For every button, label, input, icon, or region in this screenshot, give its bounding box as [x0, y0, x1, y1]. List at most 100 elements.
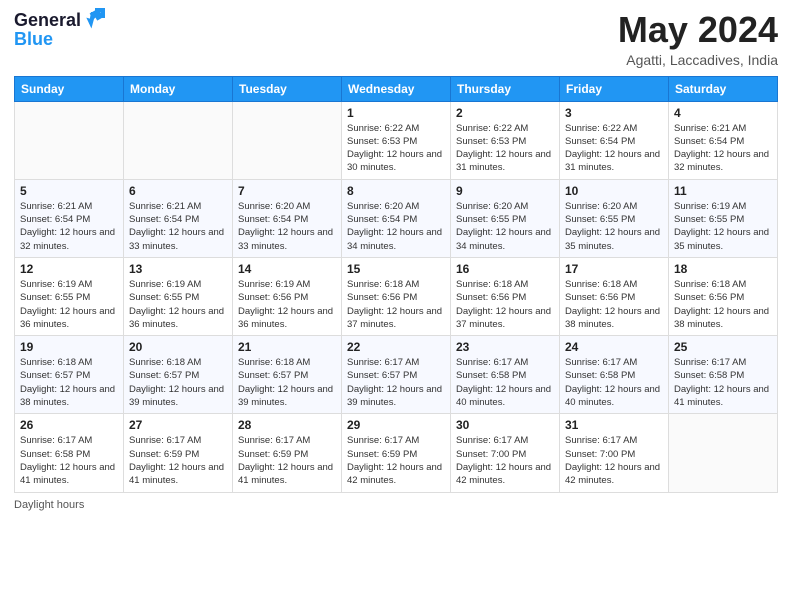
cell-details: Sunrise: 6:20 AMSunset: 6:55 PMDaylight:… [565, 200, 663, 253]
calendar-cell [669, 414, 778, 492]
month-title: May 2024 [618, 10, 778, 50]
calendar-cell: 9 Sunrise: 6:20 AMSunset: 6:55 PMDaylight… [451, 179, 560, 257]
calendar-cell: 29 Sunrise: 6:17 AMSunset: 6:59 PMDayligh… [342, 414, 451, 492]
cell-details: Sunrise: 6:17 AMSunset: 6:58 PMDaylight:… [674, 356, 772, 409]
cell-details: Sunrise: 6:17 AMSunset: 7:00 PMDaylight:… [456, 434, 554, 487]
cell-details: Sunrise: 6:17 AMSunset: 6:58 PMDaylight:… [456, 356, 554, 409]
calendar-cell: 14Sunrise: 6:19 AMSunset: 6:56 PMDayligh… [233, 257, 342, 335]
day-number: 24 [565, 340, 663, 354]
day-number: 29 [347, 418, 445, 432]
day-number: 1 [347, 106, 445, 120]
cell-details: Sunrise: 6:18 AMSunset: 6:57 PMDaylight:… [238, 356, 336, 409]
logo-arrow-icon [83, 8, 105, 30]
cell-details: Sunrise: 6:17 AMSunset: 6:59 PMDaylight:… [238, 434, 336, 487]
calendar-cell: 4 Sunrise: 6:21 AMSunset: 6:54 PMDaylight… [669, 101, 778, 179]
day-number: 13 [129, 262, 227, 276]
day-number: 12 [20, 262, 118, 276]
day-number: 22 [347, 340, 445, 354]
cell-details: Sunrise: 6:17 AMSunset: 6:57 PMDaylight:… [347, 356, 445, 409]
cell-details: Sunrise: 6:22 AMSunset: 6:53 PMDaylight:… [456, 122, 554, 175]
calendar-cell: 24Sunrise: 6:17 AMSunset: 6:58 PMDayligh… [560, 336, 669, 414]
calendar-cell [15, 101, 124, 179]
calendar-cell: 25 Sunrise: 6:17 AMSunset: 6:58 PMDayligh… [669, 336, 778, 414]
cell-details: Sunrise: 6:18 AMSunset: 6:56 PMDaylight:… [674, 278, 772, 331]
col-header-sunday: Sunday [15, 76, 124, 101]
cell-details: Sunrise: 6:18 AMSunset: 6:56 PMDaylight:… [565, 278, 663, 331]
calendar-cell: 5Sunrise: 6:21 AMSunset: 6:54 PMDaylight… [15, 179, 124, 257]
calendar-cell: 2 Sunrise: 6:22 AMSunset: 6:53 PMDaylight… [451, 101, 560, 179]
day-number: 9 [456, 184, 554, 198]
calendar-cell: 16Sunrise: 6:18 AMSunset: 6:56 PMDayligh… [451, 257, 560, 335]
calendar-cell: 11 Sunrise: 6:19 AMSunset: 6:55 PMDayligh… [669, 179, 778, 257]
calendar-cell: 13 Sunrise: 6:19 AMSunset: 6:55 PMDayligh… [124, 257, 233, 335]
cell-details: Sunrise: 6:22 AMSunset: 6:53 PMDaylight:… [347, 122, 445, 175]
calendar-week-2: 5Sunrise: 6:21 AMSunset: 6:54 PMDaylight… [15, 179, 778, 257]
cell-details: Sunrise: 6:19 AMSunset: 6:55 PMDaylight:… [20, 278, 118, 331]
footer-note: Daylight hours [14, 499, 778, 511]
cell-details: Sunrise: 6:20 AMSunset: 6:54 PMDaylight:… [238, 200, 336, 253]
cell-details: Sunrise: 6:17 AMSunset: 6:59 PMDaylight:… [129, 434, 227, 487]
calendar-week-4: 19 Sunrise: 6:18 AMSunset: 6:57 PMDayligh… [15, 336, 778, 414]
day-number: 20 [129, 340, 227, 354]
day-number: 28 [238, 418, 336, 432]
day-number: 2 [456, 106, 554, 120]
day-number: 30 [456, 418, 554, 432]
day-number: 4 [674, 106, 772, 120]
calendar-cell: 27Sunrise: 6:17 AMSunset: 6:59 PMDayligh… [124, 414, 233, 492]
calendar-cell: 21 Sunrise: 6:18 AMSunset: 6:57 PMDayligh… [233, 336, 342, 414]
cell-details: Sunrise: 6:17 AMSunset: 6:59 PMDaylight:… [347, 434, 445, 487]
day-number: 23 [456, 340, 554, 354]
calendar-week-1: 1 Sunrise: 6:22 AMSunset: 6:53 PMDaylight… [15, 101, 778, 179]
calendar-cell [124, 101, 233, 179]
day-number: 15 [347, 262, 445, 276]
calendar-cell: 30 Sunrise: 6:17 AMSunset: 7:00 PMDayligh… [451, 414, 560, 492]
calendar-cell [233, 101, 342, 179]
col-header-saturday: Saturday [669, 76, 778, 101]
cell-details: Sunrise: 6:20 AMSunset: 6:55 PMDaylight:… [456, 200, 554, 253]
day-number: 25 [674, 340, 772, 354]
calendar-cell: 7 Sunrise: 6:20 AMSunset: 6:54 PMDaylight… [233, 179, 342, 257]
cell-details: Sunrise: 6:19 AMSunset: 6:55 PMDaylight:… [674, 200, 772, 253]
calendar-cell: 23 Sunrise: 6:17 AMSunset: 6:58 PMDayligh… [451, 336, 560, 414]
cell-details: Sunrise: 6:17 AMSunset: 7:00 PMDaylight:… [565, 434, 663, 487]
location: Agatti, Laccadives, India [618, 52, 778, 68]
col-header-monday: Monday [124, 76, 233, 101]
calendar-cell: 15Sunrise: 6:18 AMSunset: 6:56 PMDayligh… [342, 257, 451, 335]
calendar-cell: 28 Sunrise: 6:17 AMSunset: 6:59 PMDayligh… [233, 414, 342, 492]
calendar-cell: 12 Sunrise: 6:19 AMSunset: 6:55 PMDayligh… [15, 257, 124, 335]
day-number: 17 [565, 262, 663, 276]
cell-details: Sunrise: 6:17 AMSunset: 6:58 PMDaylight:… [20, 434, 118, 487]
cell-details: Sunrise: 6:21 AMSunset: 6:54 PMDaylight:… [129, 200, 227, 253]
calendar-cell: 20Sunrise: 6:18 AMSunset: 6:57 PMDayligh… [124, 336, 233, 414]
logo-text-blue: Blue [14, 30, 53, 48]
calendar-cell: 31Sunrise: 6:17 AMSunset: 7:00 PMDayligh… [560, 414, 669, 492]
day-number: 14 [238, 262, 336, 276]
day-number: 18 [674, 262, 772, 276]
day-number: 6 [129, 184, 227, 198]
header: General Blue May 2024 Agatti, Laccadives… [14, 10, 778, 68]
col-header-thursday: Thursday [451, 76, 560, 101]
col-header-wednesday: Wednesday [342, 76, 451, 101]
cell-details: Sunrise: 6:18 AMSunset: 6:57 PMDaylight:… [20, 356, 118, 409]
calendar-cell: 26Sunrise: 6:17 AMSunset: 6:58 PMDayligh… [15, 414, 124, 492]
calendar-cell: 19 Sunrise: 6:18 AMSunset: 6:57 PMDayligh… [15, 336, 124, 414]
cell-details: Sunrise: 6:20 AMSunset: 6:54 PMDaylight:… [347, 200, 445, 253]
calendar-cell: 6 Sunrise: 6:21 AMSunset: 6:54 PMDaylight… [124, 179, 233, 257]
cell-details: Sunrise: 6:21 AMSunset: 6:54 PMDaylight:… [674, 122, 772, 175]
day-number: 7 [238, 184, 336, 198]
calendar-cell: 10Sunrise: 6:20 AMSunset: 6:55 PMDayligh… [560, 179, 669, 257]
day-number: 19 [20, 340, 118, 354]
calendar-cell: 17 Sunrise: 6:18 AMSunset: 6:56 PMDayligh… [560, 257, 669, 335]
page: General Blue May 2024 Agatti, Laccadives… [0, 0, 792, 612]
calendar-table: SundayMondayTuesdayWednesdayThursdayFrid… [14, 76, 778, 493]
day-number: 11 [674, 184, 772, 198]
daylight-hours-label: Daylight hours [14, 499, 84, 511]
logo-text-general: General [14, 11, 81, 29]
calendar-week-5: 26Sunrise: 6:17 AMSunset: 6:58 PMDayligh… [15, 414, 778, 492]
calendar-cell: 18 Sunrise: 6:18 AMSunset: 6:56 PMDayligh… [669, 257, 778, 335]
logo: General Blue [14, 10, 105, 48]
day-number: 21 [238, 340, 336, 354]
calendar-cell: 22 Sunrise: 6:17 AMSunset: 6:57 PMDayligh… [342, 336, 451, 414]
day-number: 8 [347, 184, 445, 198]
cell-details: Sunrise: 6:19 AMSunset: 6:55 PMDaylight:… [129, 278, 227, 331]
